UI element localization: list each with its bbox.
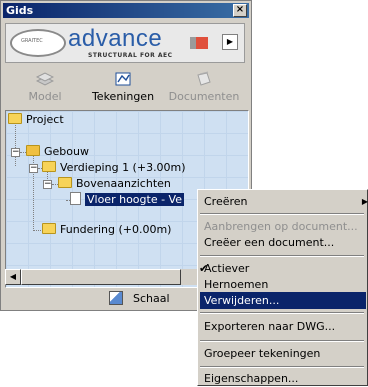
expand-arrow-button[interactable]: ▶: [222, 34, 238, 50]
menu-item-exporteren-dwg[interactable]: Exporteren naar DWG...: [200, 318, 366, 335]
close-icon: ×: [235, 4, 245, 15]
menu-separator: [200, 255, 364, 257]
schaal-label: Schaal: [133, 292, 170, 305]
submenu-arrow-icon: ▶: [361, 197, 368, 206]
building-folder-icon: [26, 145, 40, 156]
logo-tagline: STRUCTURAL FOR AEC: [88, 52, 173, 59]
scroll-left-button[interactable]: ◀: [5, 269, 21, 285]
tree-node-project[interactable]: Project: [8, 112, 64, 128]
graitec-logo: GRAITEC: [10, 29, 66, 57]
tab-tekeningen-label: Tekeningen: [91, 90, 155, 103]
tab-documenten[interactable]: Documenten: [161, 67, 247, 107]
tree-node-fundering[interactable]: Fundering (+0.00m): [42, 222, 171, 238]
panel-title: Gids: [6, 4, 34, 17]
menu-separator: [200, 366, 364, 368]
tree-node-vloer-hoogte[interactable]: Vloer hoogte - Ve: [70, 192, 184, 208]
model-icon: [36, 72, 54, 86]
minus-icon: −: [44, 179, 52, 189]
menu-item-creeren[interactable]: Creëren ▶: [200, 193, 368, 210]
scroll-thumb[interactable]: [21, 269, 181, 285]
logo-banner: GRAITEC advance STRUCTURAL FOR AEC ▶: [5, 23, 245, 63]
menu-item-hernoemen[interactable]: Hernoemen: [200, 276, 366, 293]
collapse-verdieping-button[interactable]: −: [29, 164, 38, 173]
menu-separator: [200, 340, 364, 342]
scale-icon: [109, 291, 123, 305]
context-menu: Creëren ▶ Aanbrengen op document... Creë…: [197, 189, 368, 386]
selected-node-label: Vloer hoogte - Ve: [85, 193, 184, 206]
tree-node-verdieping[interactable]: Verdieping 1 (+3.00m): [42, 160, 186, 176]
minus-icon: −: [12, 147, 20, 157]
tab-documenten-label: Documenten: [168, 90, 240, 103]
menu-item-groepeer[interactable]: Groepeer tekeningen: [200, 345, 366, 362]
panel-titlebar[interactable]: Gids ×: [3, 3, 249, 18]
arrow-left-icon: ◀: [9, 272, 17, 281]
tab-model[interactable]: Model: [15, 67, 75, 107]
menu-separator: [200, 312, 364, 314]
folder-icon: [58, 177, 72, 188]
menu-item-actiever[interactable]: ✔ Actiever: [199, 260, 366, 277]
menu-item-creeer-document[interactable]: Creëer een document...: [200, 234, 366, 251]
checkmark-icon: ✔: [199, 262, 209, 275]
minus-icon: −: [30, 163, 38, 173]
tree-node-gebouw[interactable]: Gebouw: [26, 144, 89, 160]
collapse-bovenaanzichten-button[interactable]: −: [43, 180, 52, 189]
folder-icon: [42, 161, 56, 172]
schaal-button[interactable]: Schaal: [109, 290, 181, 308]
folder-icon: [42, 223, 56, 234]
advance-wordmark: advance: [68, 25, 163, 52]
tab-model-label: Model: [28, 90, 62, 103]
view-tabs: Model Tekeningen Documenten: [1, 67, 251, 107]
documents-icon: [197, 71, 211, 86]
drawing-document-icon: [70, 192, 81, 205]
menu-item-eigenschappen[interactable]: Eigenschappen...: [200, 370, 366, 387]
folder-icon: [8, 113, 22, 124]
collapse-gebouw-button[interactable]: −: [11, 148, 20, 157]
tab-tekeningen[interactable]: Tekeningen: [83, 67, 163, 107]
menu-item-aanbrengen[interactable]: Aanbrengen op document...: [200, 218, 366, 235]
chevron-right-icon: ▶: [226, 37, 234, 46]
close-button[interactable]: ×: [233, 4, 247, 17]
tree-node-bovenaanzichten[interactable]: Bovenaanzichten: [58, 176, 171, 192]
logo-mark-red: [196, 37, 208, 49]
drawings-icon: [115, 72, 131, 86]
menu-item-verwijderen[interactable]: Verwijderen...: [200, 292, 366, 309]
menu-separator: [200, 213, 364, 215]
